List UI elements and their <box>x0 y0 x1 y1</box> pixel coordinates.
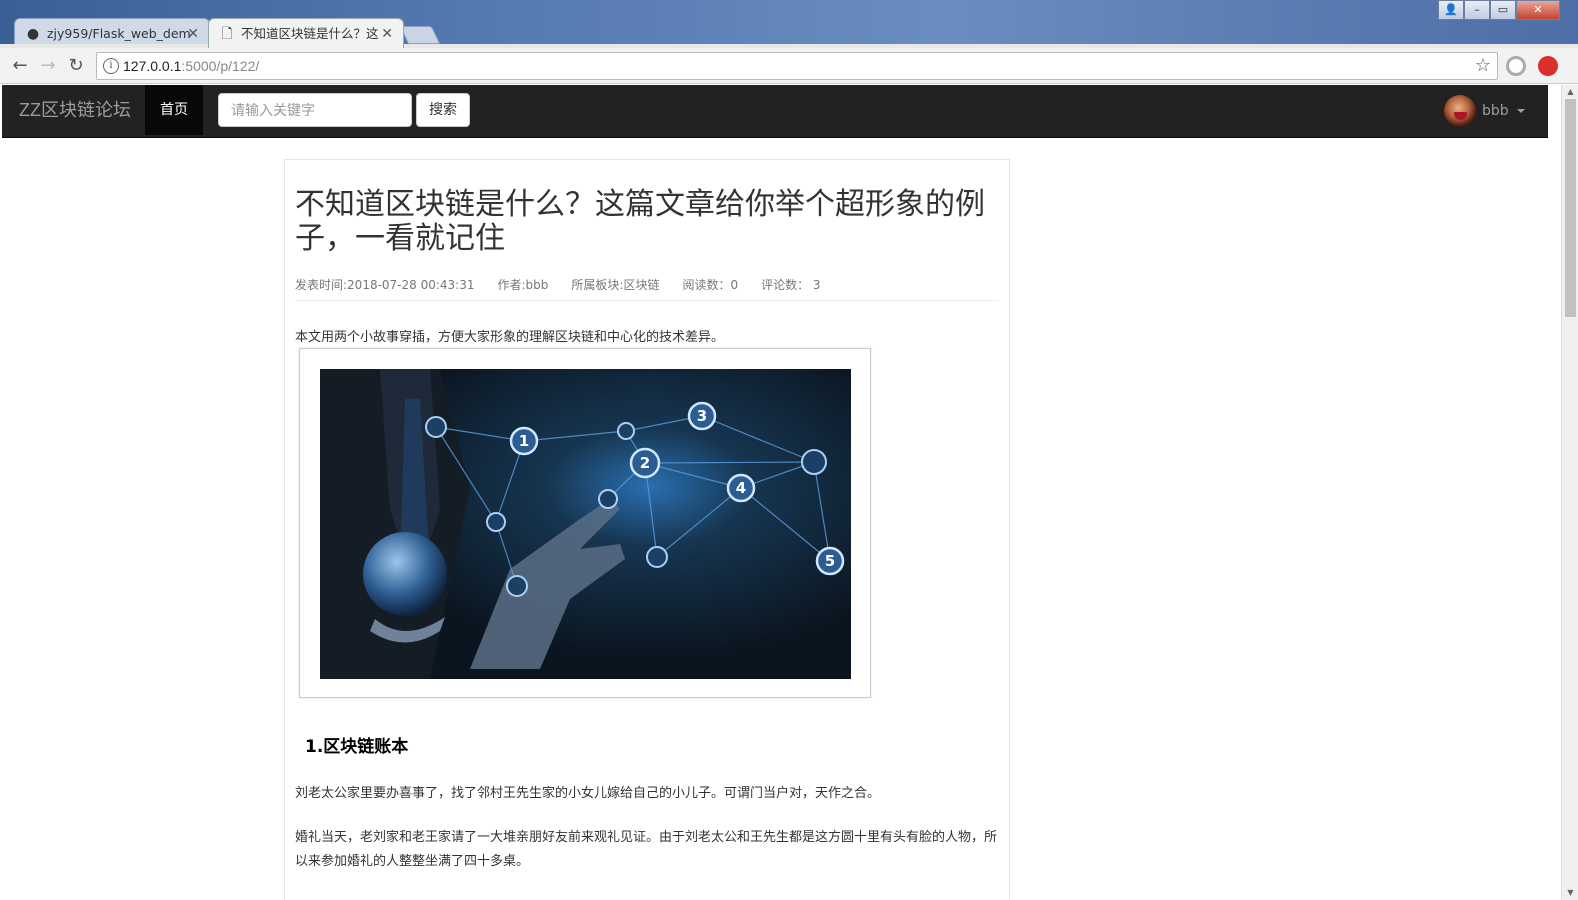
publish-time: 发表时间:2018-07-28 00:43:31 <box>295 278 475 292</box>
minimize-button[interactable]: – <box>1464 0 1490 20</box>
network-node-5: 5 <box>825 552 835 570</box>
page-viewport: ZZ区块链论坛 首页 搜索 bbb 不知道区块链是什么？这篇文章给你举个超形象的… <box>2 85 1578 900</box>
tab-title: 不知道区块链是什么？这 <box>241 26 379 41</box>
article-panel: 不知道区块链是什么？这篇文章给你举个超形象的例子，一看就记住 发表时间:2018… <box>284 159 1010 900</box>
article-meta: 发表时间:2018-07-28 00:43:31 作者:bbb 所属板块:区块链… <box>295 276 844 293</box>
tab-title: zjy959/Flask_web_dem <box>47 26 191 41</box>
network-node-3: 3 <box>697 407 707 425</box>
avatar <box>1444 95 1476 127</box>
network-node-4: 4 <box>736 479 746 497</box>
read-count: 阅读数：0 <box>682 278 739 292</box>
document-icon: 🗋 <box>221 26 233 42</box>
section-heading: 1.区块链账本 <box>305 737 409 757</box>
page-scrollbar[interactable]: ▲ ▼ <box>1561 85 1578 900</box>
blockchain-network-image: 1 2 3 4 5 <box>320 369 851 679</box>
article-paragraph: 刘老太公家里要办喜事了，找了邻村王先生家的小女儿嫁给自己的小儿子。可谓门当户对，… <box>295 786 881 801</box>
url-host: 127.0.0.1 <box>123 58 182 74</box>
window-controls: 👤 – ▭ ✕ <box>1438 0 1560 20</box>
scroll-down-icon[interactable]: ▼ <box>1562 886 1578 900</box>
network-node-1: 1 <box>519 432 529 450</box>
close-tab-icon[interactable]: ✕ <box>381 19 393 48</box>
divider <box>295 300 999 301</box>
url-text[interactable]: 127.0.0.1:5000/p/122/ <box>123 58 259 74</box>
scrollbar-thumb[interactable] <box>1565 99 1576 317</box>
reload-icon[interactable]: ↻ <box>64 54 88 78</box>
tab-article[interactable]: 🗋 不知道区块链是什么？这 ✕ <box>208 18 404 48</box>
url-path: :5000/p/122/ <box>181 58 260 74</box>
user-menu[interactable]: bbb <box>1444 94 1525 128</box>
bookmark-star-icon[interactable]: ☆ <box>1475 55 1491 76</box>
article-intro: 本文用两个小故事穿插，方便大家形象的理解区块链和中心化的技术差异。 <box>295 330 725 345</box>
network-node-2: 2 <box>640 454 650 472</box>
tab-github[interactable]: ● zjy959/Flask_web_dem ✕ <box>14 18 210 48</box>
article-image: 1 2 3 4 5 <box>299 348 871 698</box>
maximize-button[interactable]: ▭ <box>1490 0 1516 20</box>
board: 所属板块:区块链 <box>571 278 660 292</box>
new-tab-button[interactable] <box>399 26 441 44</box>
browser-toolbar: ← → ↻ i 127.0.0.1:5000/p/122/ ☆ <box>0 48 1578 84</box>
author: 作者:bbb <box>497 278 549 292</box>
article-paragraph: 婚礼当天，老刘家和老王家请了一大堆亲朋好友前来观礼见证。由于刘老太公和王先生都是… <box>295 830 998 869</box>
back-icon[interactable]: ← <box>8 54 32 78</box>
window-close-button[interactable]: ✕ <box>1516 0 1560 20</box>
article-title: 不知道区块链是什么？这篇文章给你举个超形象的例子，一看就记住 <box>295 187 985 256</box>
comment-count: 评论数： 3 <box>761 278 821 292</box>
profile-icon[interactable]: 👤 <box>1438 0 1464 20</box>
info-icon[interactable]: i <box>103 58 119 74</box>
search-button[interactable]: 搜索 <box>416 93 470 127</box>
window-titlebar: ● zjy959/Flask_web_dem ✕ 🗋 不知道区块链是什么？这 ✕… <box>0 0 1578 48</box>
search-input[interactable] <box>218 93 412 127</box>
site-navbar: ZZ区块链论坛 首页 搜索 bbb <box>2 85 1548 138</box>
username: bbb <box>1482 103 1509 119</box>
address-bar[interactable]: i 127.0.0.1:5000/p/122/ ☆ <box>96 52 1498 80</box>
scroll-up-icon[interactable]: ▲ <box>1562 85 1578 99</box>
extension-upload-icon[interactable] <box>1538 56 1558 76</box>
caret-down-icon <box>1516 109 1525 113</box>
nav-home-link[interactable]: 首页 <box>145 85 203 135</box>
close-tab-icon[interactable]: ✕ <box>187 19 199 48</box>
github-icon: ● <box>26 26 40 42</box>
extension-icon[interactable] <box>1506 56 1526 76</box>
forward-icon[interactable]: → <box>36 54 60 78</box>
site-brand[interactable]: ZZ区块链论坛 <box>19 85 131 135</box>
